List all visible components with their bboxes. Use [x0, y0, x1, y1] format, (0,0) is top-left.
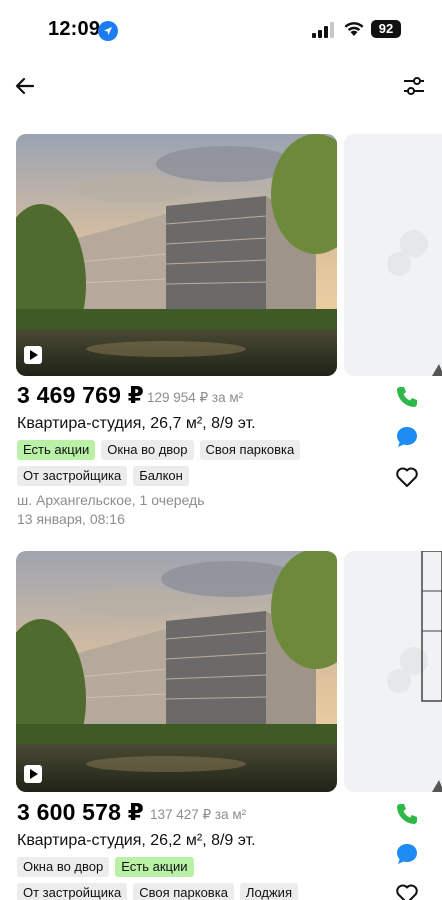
tag: Окна во двор	[101, 440, 194, 460]
phone-icon[interactable]	[394, 384, 420, 410]
wifi-icon	[344, 22, 364, 36]
heart-icon[interactable]	[394, 881, 420, 900]
listing-address: ш. Архангельское, 1 очередь	[17, 492, 205, 508]
tag-list: Есть акции Окна во двор Своя парковка От…	[17, 440, 317, 486]
tag: От застройщика	[17, 883, 128, 900]
sliders-icon[interactable]	[400, 72, 428, 100]
status-time: 12:09	[48, 18, 101, 40]
price-per-m2: 137 427 ₽ за м²	[150, 807, 247, 822]
chat-bubble-icon[interactable]	[394, 841, 420, 867]
listing-photo-next[interactable]	[344, 134, 442, 376]
tag-list: Окна во двор Есть акции От застройщика С…	[17, 857, 307, 900]
battery-indicator: 92	[371, 20, 401, 38]
listing-title: Квартира-студия, 26,2 м², 8/9 эт.	[17, 832, 256, 849]
tag: От застройщика	[17, 466, 128, 486]
listing-photo[interactable]	[16, 134, 337, 376]
tag-promo: Есть акции	[17, 440, 96, 460]
phone-icon[interactable]	[394, 801, 420, 827]
heart-icon[interactable]	[394, 464, 420, 490]
tag: Своя парковка	[133, 883, 234, 900]
listing-price: 3 469 769 ₽	[17, 382, 144, 408]
arrow-left-icon[interactable]	[12, 72, 40, 100]
listing-title: Квартира-студия, 26,7 м², 8/9 эт.	[17, 415, 256, 432]
tag: Лоджия	[239, 883, 298, 900]
location-arrow-icon	[98, 21, 118, 41]
listing-photo[interactable]	[16, 551, 337, 792]
play-icon	[24, 346, 42, 364]
status-bar: 12:09 92	[0, 0, 442, 60]
listing-photo-next[interactable]	[344, 551, 442, 792]
tag-promo: Есть акции	[115, 857, 194, 877]
price-per-m2: 129 954 ₽ за м²	[147, 390, 244, 405]
cellular-signal-icon	[312, 22, 334, 38]
tag: Балкон	[133, 466, 189, 486]
listing-price: 3 600 578 ₽	[17, 799, 144, 825]
tag: Окна во двор	[17, 857, 110, 877]
listing-date: 13 января, 08:16	[17, 511, 125, 527]
chat-bubble-icon[interactable]	[394, 424, 420, 450]
tag: Своя парковка	[199, 440, 301, 460]
play-icon	[24, 765, 42, 783]
